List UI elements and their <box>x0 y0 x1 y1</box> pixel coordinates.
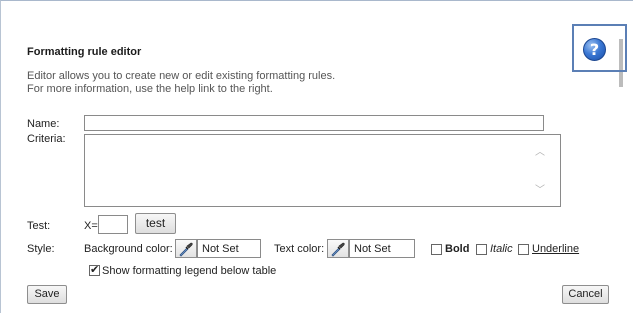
dialog-description: Editor allows you to create new or edit … <box>27 70 335 96</box>
description-line-2: For more information, use the help link … <box>27 83 273 95</box>
test-label: Test: <box>27 220 51 232</box>
chevron-down-icon[interactable]: ﹀ <box>533 186 547 196</box>
formatting-rule-dialog: ? Formatting rule editor Editor allows y… <box>0 0 633 313</box>
help-icon[interactable]: ? <box>583 38 606 61</box>
background-color-input[interactable] <box>197 239 261 258</box>
description-line-1: Editor allows you to create new or edit … <box>27 70 336 82</box>
chevron-up-icon[interactable]: ︿ <box>533 148 547 158</box>
italic-checkbox[interactable] <box>476 244 487 255</box>
eyedropper-icon <box>331 242 345 257</box>
dialog-title: Formatting rule editor <box>27 46 142 58</box>
criteria-textarea[interactable]: ︿ ﹀ <box>84 134 561 207</box>
name-label: Name: <box>27 118 60 130</box>
background-color-picker-button[interactable] <box>175 239 197 258</box>
test-button[interactable]: test <box>135 213 176 234</box>
style-label: Style: <box>27 243 55 255</box>
underline-label: Underline <box>532 243 580 255</box>
cancel-button[interactable]: Cancel <box>562 285 609 304</box>
text-color-label: Text color: <box>274 243 325 255</box>
bold-checkbox[interactable] <box>431 244 442 255</box>
test-value-input[interactable] <box>98 215 128 234</box>
eyedropper-icon <box>179 242 193 257</box>
save-button[interactable]: Save <box>27 285 67 304</box>
underline-checkbox[interactable] <box>518 244 529 255</box>
criteria-label: Criteria: <box>27 133 66 145</box>
show-legend-checkbox[interactable] <box>89 263 100 276</box>
text-color-input[interactable] <box>349 239 415 258</box>
italic-label: Italic <box>490 243 513 255</box>
text-color-picker-button[interactable] <box>327 239 349 258</box>
bold-label: Bold <box>445 243 470 255</box>
show-legend-label: Show formatting legend below table <box>102 265 277 277</box>
background-color-label: Background color: <box>84 243 173 255</box>
test-prefix: X= <box>84 220 98 232</box>
name-input[interactable] <box>84 115 544 131</box>
